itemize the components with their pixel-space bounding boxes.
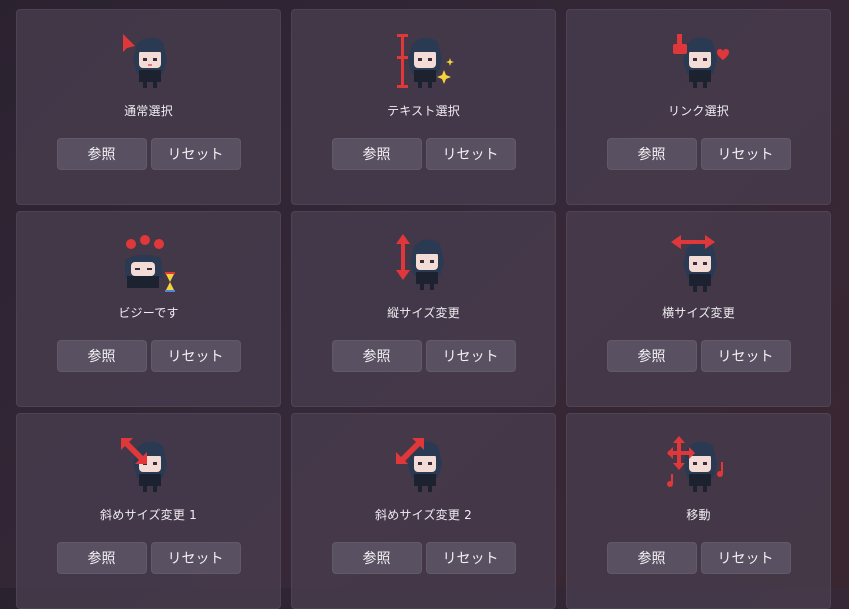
browse-button[interactable]: 参照	[56, 542, 147, 574]
cursor-card-text-select: テキスト選択 参照 リセット	[291, 9, 556, 205]
text-beam-icon	[396, 34, 454, 88]
cursor-label: テキスト選択	[387, 104, 460, 118]
cursor-card-vertical-resize: 縦サイズ変更 参照 リセット	[291, 211, 556, 407]
resize-diagonal-2-icon	[395, 438, 442, 492]
reset-button[interactable]: リセット	[700, 340, 791, 372]
cursor-card-busy: ビジーです 参照 リセット	[16, 211, 281, 407]
reset-button[interactable]: リセット	[150, 138, 241, 170]
button-row: 参照 リセット	[292, 138, 555, 170]
browse-button[interactable]: 参照	[331, 138, 422, 170]
pointing-hand	[672, 34, 687, 54]
vertical-arrow	[395, 234, 410, 280]
chibi-character	[132, 441, 167, 492]
browse-button[interactable]: 参照	[606, 340, 697, 372]
heart-icon	[716, 49, 729, 60]
button-row: 参照 リセット	[17, 340, 280, 372]
button-row: 参照 リセット	[567, 340, 830, 372]
zzz-bubbles	[125, 235, 164, 249]
reset-button[interactable]: リセット	[150, 542, 241, 574]
resize-horizontal-icon	[670, 235, 717, 292]
cursor-card-move: 移動 参照 リセット	[566, 413, 831, 609]
hourglass-icon	[164, 272, 175, 292]
reset-button[interactable]: リセット	[425, 138, 516, 170]
cursor-label: 斜めサイズ変更 2	[375, 508, 472, 522]
button-row: 参照 リセット	[567, 542, 830, 574]
chibi-character	[132, 37, 167, 88]
cursor-card-link-select: リンク選択 参照 リセット	[566, 9, 831, 205]
button-row: 参照 リセット	[17, 542, 280, 574]
text-beam	[396, 34, 408, 88]
arrow-pointer-icon	[122, 34, 167, 88]
arrow-cursor	[122, 34, 135, 52]
cursor-label: ビジーです	[118, 306, 179, 320]
reset-button[interactable]: リセット	[150, 340, 241, 372]
button-row: 参照 リセット	[292, 542, 555, 574]
browse-button[interactable]: 参照	[606, 542, 697, 574]
cursor-card-horizontal-resize: 横サイズ変更 参照 リセット	[566, 211, 831, 407]
button-row: 参照 リセット	[567, 138, 830, 170]
browse-button[interactable]: 参照	[56, 340, 147, 372]
chibi-character	[682, 37, 717, 88]
reset-button[interactable]: リセット	[425, 542, 516, 574]
hand-pointer-icon	[672, 34, 729, 88]
chibi-character	[407, 37, 442, 88]
chibi-character	[409, 239, 444, 290]
busy-zzz-icon	[124, 235, 175, 292]
resize-diagonal-1-icon	[120, 438, 167, 492]
button-row: 参照 リセット	[292, 340, 555, 372]
chibi-character-sleeping	[124, 254, 163, 288]
reset-button[interactable]: リセット	[700, 542, 791, 574]
reset-button[interactable]: リセット	[700, 138, 791, 170]
cursor-card-normal-select: 通常選択 参照 リセット	[16, 9, 281, 205]
browse-button[interactable]: 参照	[331, 340, 422, 372]
reset-button[interactable]: リセット	[425, 340, 516, 372]
cursor-card-diagonal-resize-1: 斜めサイズ変更 1 参照 リセット	[16, 413, 281, 609]
cursor-label: リンク選択	[667, 104, 729, 118]
chibi-character	[682, 441, 717, 492]
chibi-character	[682, 241, 717, 292]
resize-vertical-icon	[395, 234, 444, 290]
cursor-card-diagonal-resize-2: 斜めサイズ変更 2 参照 リセット	[291, 413, 556, 609]
browse-button[interactable]: 参照	[606, 138, 697, 170]
cursor-grid: 通常選択 参照 リセット テキスト選択 参照 リセット リンク選択 参照 リセッ…	[16, 9, 831, 609]
button-row: 参照 リセット	[17, 138, 280, 170]
browse-button[interactable]: 参照	[56, 138, 147, 170]
cursor-label: 移動	[686, 508, 711, 522]
move-icon	[666, 436, 723, 492]
cursor-label: 通常選択	[124, 104, 173, 118]
browse-button[interactable]: 参照	[331, 542, 422, 574]
cursor-label: 縦サイズ変更	[387, 306, 460, 320]
cursor-label: 横サイズ変更	[662, 306, 735, 320]
cursor-label: 斜めサイズ変更 1	[100, 508, 197, 522]
